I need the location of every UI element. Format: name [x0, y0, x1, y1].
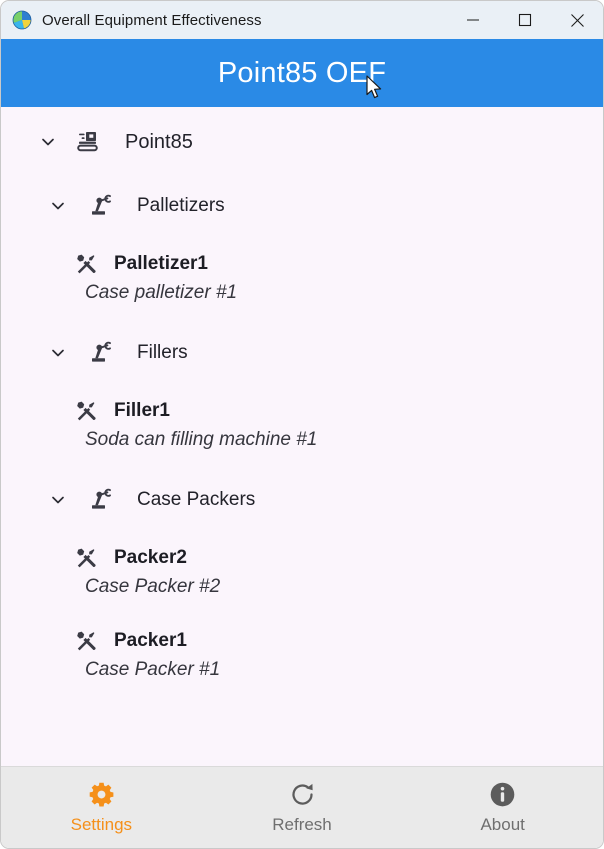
- tree-node-equipment[interactable]: Packer2 Case Packer #2: [1, 545, 603, 598]
- tools-icon: [73, 251, 99, 277]
- chevron-down-icon[interactable]: [47, 489, 69, 511]
- chevron-down-icon[interactable]: [47, 195, 69, 217]
- maximize-button[interactable]: [499, 1, 551, 39]
- gear-icon[interactable]: [88, 781, 115, 809]
- equipment-header: Filler1: [73, 398, 603, 424]
- toolbar-item-about[interactable]: About: [402, 767, 603, 848]
- equipment-header: Packer2: [73, 545, 603, 571]
- tree-node-group-label: Palletizers: [137, 195, 225, 216]
- pie-chart-globe-icon: [12, 10, 32, 30]
- tree-node-equipment[interactable]: Filler1 Soda can filling machine #1: [1, 398, 603, 451]
- application-window: Overall Equipment Effectiveness Point85 …: [0, 0, 604, 849]
- factory-plant-icon: [73, 128, 101, 156]
- tree-node-root-label: Point85: [125, 130, 193, 153]
- tree-node-root[interactable]: Point85: [1, 127, 603, 157]
- robot-arm-icon: [85, 339, 113, 367]
- equipment-description: Case Packer #1: [85, 659, 221, 680]
- title-bar[interactable]: Overall Equipment Effectiveness: [1, 1, 603, 39]
- toolbar-item-refresh[interactable]: Refresh: [202, 767, 403, 848]
- tree-node-group-label: Fillers: [137, 342, 188, 363]
- toolbar-item-settings[interactable]: Settings: [1, 767, 202, 848]
- tree-node-group[interactable]: Palletizers: [1, 191, 603, 221]
- minimize-button[interactable]: [447, 1, 499, 39]
- chevron-down-icon[interactable]: [47, 342, 69, 364]
- equipment-name: Packer1: [114, 630, 187, 651]
- tools-icon: [73, 545, 99, 571]
- toolbar-item-settings-label: Settings: [70, 814, 133, 834]
- info-icon[interactable]: [489, 781, 516, 809]
- equipment-description: Case Packer #2: [85, 576, 221, 597]
- window-controls: [447, 1, 603, 39]
- bottom-toolbar: Settings Refresh About: [1, 766, 603, 848]
- tools-icon: [73, 398, 99, 424]
- equipment-name: Palletizer1: [114, 253, 208, 274]
- tree-node-equipment[interactable]: Packer1 Case Packer #1: [1, 628, 603, 681]
- equipment-name: Filler1: [114, 400, 170, 421]
- equipment-description: Case palletizer #1: [85, 282, 238, 303]
- window-title: Overall Equipment Effectiveness: [42, 11, 262, 29]
- equipment-header: Packer1: [73, 628, 603, 654]
- toolbar-item-refresh-label: Refresh: [272, 814, 332, 834]
- equipment-name: Packer2: [114, 547, 187, 568]
- refresh-icon[interactable]: [289, 781, 316, 809]
- tools-icon: [73, 628, 99, 654]
- app-header-title: Point85 OEF: [217, 56, 387, 89]
- chevron-down-icon[interactable]: [37, 131, 59, 153]
- app-header-banner: Point85 OEF: [1, 39, 603, 107]
- toolbar-item-about-label: About: [480, 814, 525, 834]
- tree-node-group-label: Case Packers: [137, 489, 256, 510]
- tree-node-equipment[interactable]: Palletizer1 Case palletizer #1: [1, 251, 603, 304]
- robot-arm-icon: [85, 192, 113, 220]
- equipment-description: Soda can filling machine #1: [85, 429, 318, 450]
- tree-node-group[interactable]: Case Packers: [1, 485, 603, 515]
- equipment-header: Palletizer1: [73, 251, 603, 277]
- tree-node-group[interactable]: Fillers: [1, 338, 603, 368]
- robot-arm-icon: [85, 486, 113, 514]
- close-button[interactable]: [551, 1, 603, 39]
- equipment-tree: Point85 Palletizers Palletizer1 Case pal…: [1, 107, 603, 766]
